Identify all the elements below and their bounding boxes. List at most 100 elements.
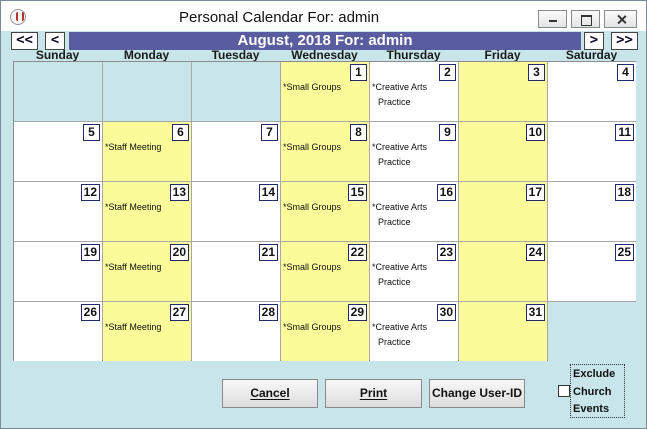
day-cell-thursday[interactable]: 23 *Creative Arts Practice [370,242,458,301]
calendar-event[interactable]: *Creative Arts Practice [372,260,427,290]
calendar-event[interactable]: *Staff Meeting [105,260,161,275]
change-user-id-button[interactable]: Change User-ID [429,379,525,408]
day-cell-friday[interactable]: 17 [459,182,547,241]
event-title-continued: Practice [378,157,411,167]
day-number[interactable]: 31 [525,304,545,321]
day-number[interactable]: 10 [525,124,545,141]
day-number[interactable]: 14 [258,184,278,201]
day-cell-tuesday[interactable]: 28 [192,302,280,361]
event-title-continued: Practice [378,217,411,227]
day-cell-thursday[interactable]: 9 *Creative Arts Practice [370,122,458,181]
day-number[interactable]: 12 [80,184,100,201]
day-cell-sunday[interactable]: 19 [14,242,102,301]
day-number[interactable]: 22 [347,244,367,261]
day-cell-tuesday[interactable]: 7 [192,122,280,181]
day-cell-thursday[interactable]: 2 *Creative Arts Practice [370,62,458,121]
calendar-event[interactable]: *Staff Meeting [105,320,161,335]
calendar-event[interactable]: *Creative Arts Practice [372,320,427,350]
calendar-event[interactable]: *Staff Meeting [105,200,161,215]
calendar-event[interactable]: *Small Groups [283,260,341,275]
day-cell-friday[interactable]: 24 [459,242,547,301]
day-cell-friday[interactable]: 10 [459,122,547,181]
calendar-event[interactable]: *Small Groups [283,80,341,95]
day-number[interactable]: 7 [261,124,278,141]
day-cell-saturday[interactable]: 25 [548,242,636,301]
day-number[interactable]: 13 [169,184,189,201]
day-cell-saturday[interactable]: 4 [548,62,636,121]
day-number[interactable]: 8 [350,124,367,141]
event-title: *Small Groups [283,322,342,332]
event-title: *Small Groups [283,142,342,152]
day-cell-friday[interactable]: 31 [459,302,547,361]
calendar-event[interactable]: *Creative Arts Practice [372,200,427,230]
day-number[interactable]: 27 [169,304,189,321]
maximize-button[interactable] [571,10,600,28]
minimize-button[interactable] [538,10,567,28]
day-cell-monday[interactable]: 13 *Staff Meeting [103,182,191,241]
calendar-event[interactable]: *Small Groups [283,140,341,155]
print-button[interactable]: Print [325,379,422,408]
day-number[interactable]: 4 [617,64,634,81]
day-cell-sunday[interactable]: 5 [14,122,102,181]
empty-day-cell [192,62,280,121]
day-cell-thursday[interactable]: 16 *Creative Arts Practice [370,182,458,241]
day-cell-monday[interactable]: 27 *Staff Meeting [103,302,191,361]
day-number[interactable]: 1 [350,64,367,81]
prev-year-button[interactable]: << [11,32,38,50]
day-cell-sunday[interactable]: 12 [14,182,102,241]
day-cell-monday[interactable]: 20 *Staff Meeting [103,242,191,301]
day-number[interactable]: 11 [615,124,634,141]
day-cell-wednesday[interactable]: 1 *Small Groups [281,62,369,121]
cancel-button[interactable]: Cancel [222,379,318,408]
day-cell-tuesday[interactable]: 14 [192,182,280,241]
day-number[interactable]: 19 [80,244,100,261]
exclude-church-events-label[interactable]: Exclude Church Events [573,366,615,419]
day-number[interactable]: 28 [258,304,278,321]
day-cell-saturday[interactable]: 18 [548,182,636,241]
event-title: *Staff Meeting [105,262,162,272]
day-cell-monday[interactable]: 6 *Staff Meeting [103,122,191,181]
window-title: Personal Calendar For: admin [179,9,380,26]
day-cell-wednesday[interactable]: 22 *Small Groups [281,242,369,301]
day-cell-tuesday[interactable]: 21 [192,242,280,301]
event-title: *Creative Arts [372,142,428,152]
exclude-church-events-checkbox[interactable] [558,385,570,397]
day-number[interactable]: 29 [347,304,367,321]
event-title: *Staff Meeting [105,142,162,152]
day-number[interactable]: 30 [436,304,456,321]
day-number[interactable]: 3 [528,64,545,81]
day-number[interactable]: 5 [83,124,100,141]
day-cell-wednesday[interactable]: 8 *Small Groups [281,122,369,181]
day-cell-wednesday[interactable]: 29 *Small Groups [281,302,369,361]
empty-day-cell [103,62,191,121]
event-title-continued: Practice [378,277,411,287]
day-number[interactable]: 21 [258,244,278,261]
day-number[interactable]: 25 [614,244,634,261]
day-number[interactable]: 24 [525,244,545,261]
day-number[interactable]: 2 [439,64,456,81]
day-cell-thursday[interactable]: 30 *Creative Arts Practice [370,302,458,361]
day-cell-friday[interactable]: 3 [459,62,547,121]
day-number[interactable]: 17 [525,184,545,201]
day-number[interactable]: 18 [614,184,634,201]
day-cell-saturday[interactable]: 11 [548,122,636,181]
day-number[interactable]: 23 [436,244,456,261]
calendar-event[interactable]: *Staff Meeting [105,140,161,155]
day-cell-wednesday[interactable]: 15 *Small Groups [281,182,369,241]
day-number[interactable]: 16 [436,184,456,201]
calendar-event[interactable]: *Creative Arts Practice [372,80,427,110]
calendar-event[interactable]: *Small Groups [283,320,341,335]
day-number[interactable]: 20 [169,244,189,261]
day-number[interactable]: 6 [172,124,189,141]
exclude-label-line1: Exclude [573,368,616,380]
day-number[interactable]: 9 [439,124,456,141]
event-title: *Creative Arts [372,82,428,92]
calendar-event[interactable]: *Small Groups [283,200,341,215]
day-number[interactable]: 15 [347,184,367,201]
app-icon[interactable] [10,9,26,25]
day-cell-sunday[interactable]: 26 [14,302,102,361]
day-number[interactable]: 26 [80,304,100,321]
exclude-label-line2: Church [573,385,612,398]
calendar-event[interactable]: *Creative Arts Practice [372,140,427,170]
close-button[interactable] [604,10,637,28]
